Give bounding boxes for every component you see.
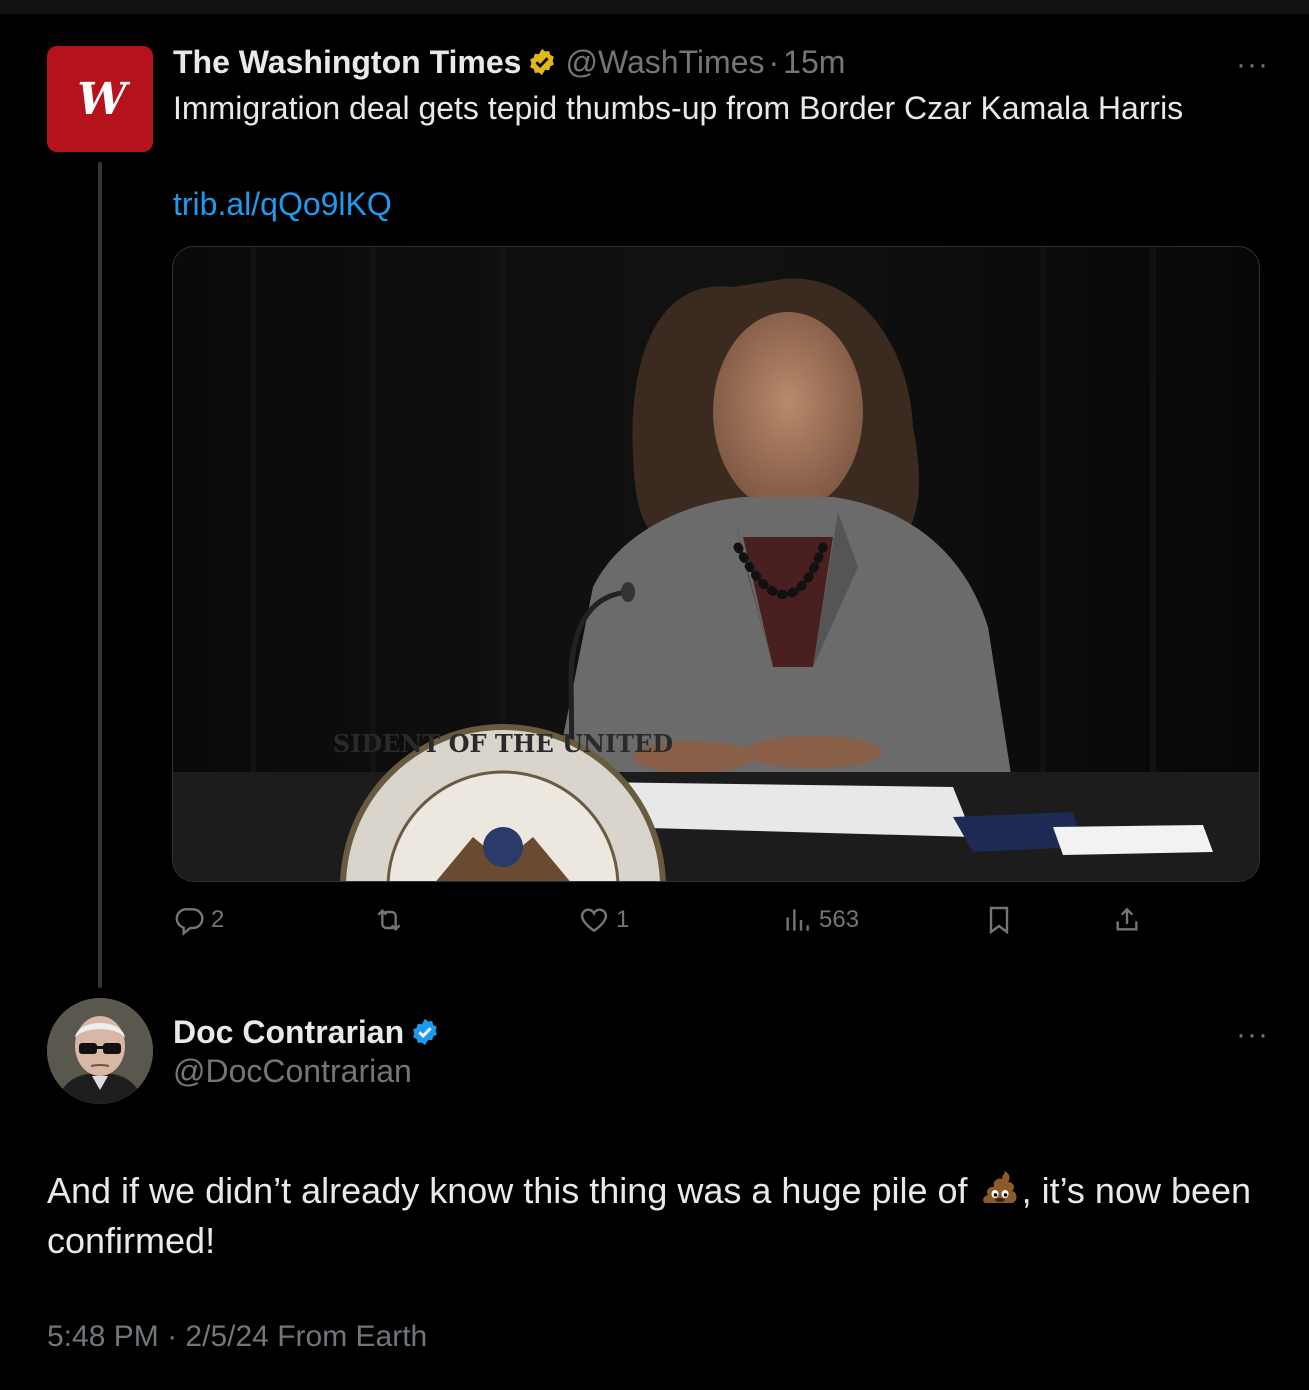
reply-time[interactable]: 5:48 PM	[47, 1320, 159, 1353]
separator-dot: ·	[768, 43, 780, 80]
view-count: 563	[819, 906, 860, 933]
repost-icon	[377, 908, 401, 932]
reply-meta: 5:48 PM · 2/5/24 From Earth	[47, 1320, 427, 1354]
reply-more-options-icon[interactable]: ···	[1236, 1020, 1269, 1050]
reply-author-handle[interactable]: @DocContrarian	[173, 1053, 412, 1090]
heart-icon	[580, 908, 608, 933]
share-button[interactable]	[1111, 898, 1149, 942]
reply-source: From Earth	[277, 1320, 428, 1353]
tweet-action-bar: 2 1 563	[173, 898, 1173, 942]
washington-times-avatar[interactable]: W	[47, 46, 153, 152]
reply-icon	[175, 908, 204, 936]
reply-tweet-text: And if we didn’t already know this thing…	[47, 1166, 1267, 1266]
views-chart-icon	[786, 909, 809, 931]
reply-button[interactable]: 2	[173, 898, 224, 942]
avatar-portrait	[47, 998, 153, 1104]
doc-contrarian-avatar[interactable]	[47, 998, 153, 1104]
seal-text: SIDENT OF THE UNITED	[333, 729, 673, 758]
pile-of-poo-icon	[982, 1171, 1017, 1203]
parent-tweet-header: The Washington Times @WashTimes · 15m	[173, 40, 845, 84]
like-count: 1	[616, 906, 630, 933]
like-button[interactable]: 1	[578, 898, 629, 942]
share-icon	[1116, 907, 1138, 931]
reply-tweet-header: Doc Contrarian	[173, 1010, 448, 1054]
avatar-letter: W	[77, 73, 126, 125]
tweet-photo[interactable]: SIDENT OF THE UNITED	[172, 246, 1260, 882]
article-link[interactable]: trib.al/qQo9lKQ	[173, 186, 392, 223]
reply-date[interactable]: 2/5/24	[185, 1320, 268, 1353]
tweet-text: Immigration deal gets tepid thumbs-up fr…	[173, 90, 1184, 126]
photo-illustration: SIDENT OF THE UNITED	[173, 247, 1259, 881]
reply-text-part-1: And if we didn’t already know this thing…	[47, 1170, 968, 1211]
bookmark-icon	[989, 906, 1009, 935]
blue-verified-badge-icon	[413, 1018, 438, 1046]
reply-count: 2	[211, 906, 225, 933]
tweet-timestamp[interactable]: 15m	[783, 44, 845, 81]
author-name[interactable]: The Washington Times	[173, 44, 521, 81]
gold-verified-badge-icon	[530, 48, 555, 76]
meta-separator: ·	[167, 1320, 178, 1353]
views-button[interactable]: 563	[781, 898, 859, 942]
repost-button[interactable]	[373, 898, 411, 942]
bookmark-button[interactable]	[983, 898, 1021, 942]
thread-connector-line	[98, 162, 102, 988]
reply-author-name[interactable]: Doc Contrarian	[173, 1014, 404, 1051]
top-bar	[0, 0, 1309, 14]
more-options-icon[interactable]: ···	[1236, 50, 1269, 80]
author-handle[interactable]: @WashTimes	[565, 44, 764, 81]
